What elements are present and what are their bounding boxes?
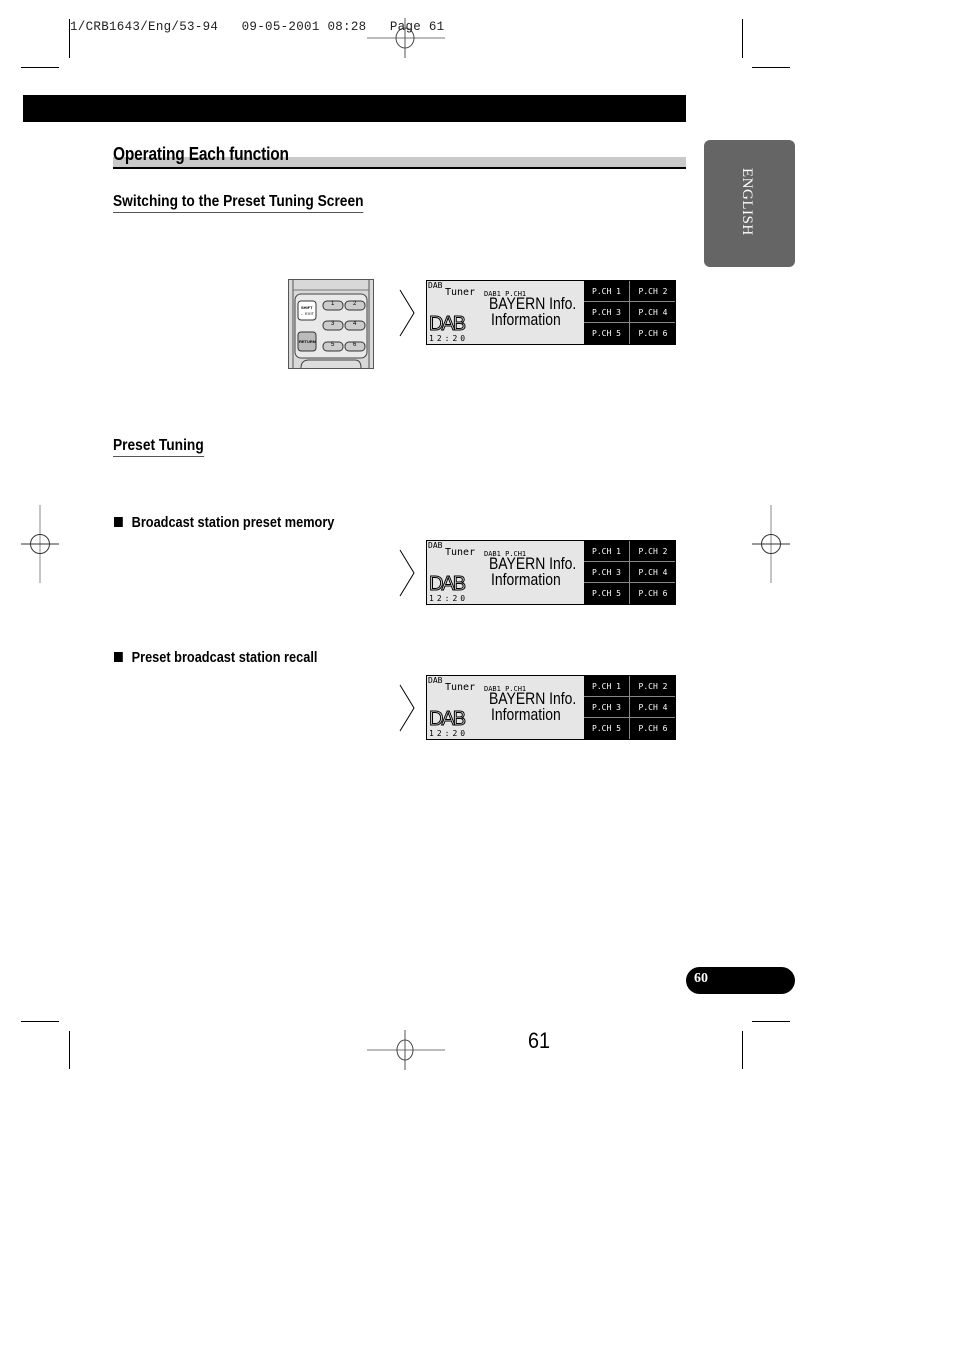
- preset-button-4[interactable]: P.CH 4: [630, 562, 675, 583]
- arrow-icon: [399, 684, 415, 732]
- remote-button-3: 3: [331, 321, 335, 327]
- remote-button-4: 4: [353, 321, 357, 327]
- subsection-title-preset-tuning: Preset Tuning: [113, 437, 204, 457]
- lcd-display: DAB Tuner DAB1 P.CH1 BAYERN Info. Inform…: [426, 540, 676, 605]
- remote-control-illustration: SHIFT ← EXIT RETURN 1 2 3 4 5 6: [288, 279, 374, 369]
- preset-button-3[interactable]: P.CH 3: [584, 697, 630, 718]
- lcd-source: Tuner: [445, 547, 476, 558]
- bullet-square-icon: [114, 517, 123, 527]
- heading-rule: [113, 167, 686, 169]
- lcd-source-small: DAB: [428, 676, 443, 685]
- registration-mark-bottom: [367, 1030, 445, 1070]
- preset-button-6[interactable]: P.CH 6: [630, 323, 675, 344]
- preset-button-2[interactable]: P.CH 2: [630, 281, 675, 302]
- preset-button-2[interactable]: P.CH 2: [630, 541, 675, 562]
- crop-mark: [21, 1021, 59, 1022]
- preset-grid: P.CH 1 P.CH 2 P.CH 3 P.CH 4 P.CH 5 P.CH …: [584, 281, 675, 344]
- arrow-icon: [399, 549, 415, 597]
- lcd-source-small: DAB: [428, 541, 443, 550]
- remote-button-5: 5: [331, 342, 335, 348]
- subsection-title-switching: Switching to the Preset Tuning Screen: [113, 193, 364, 213]
- print-header: 1/CRB1643/Eng/53-94 09-05-2001 08:28 Pag…: [70, 20, 445, 34]
- bullet-label: Preset broadcast station recall: [131, 650, 318, 666]
- section-heading: Operating Each function: [113, 144, 686, 170]
- preset-grid: P.CH 1 P.CH 2 P.CH 3 P.CH 4 P.CH 5 P.CH …: [584, 676, 675, 739]
- preset-button-5[interactable]: P.CH 5: [584, 718, 630, 739]
- preset-button-1[interactable]: P.CH 1: [584, 676, 630, 697]
- crop-mark: [742, 1031, 743, 1069]
- dab-logo-icon: DAB: [428, 313, 466, 336]
- lcd-clock: 12:20: [429, 594, 469, 603]
- crop-mark: [752, 1021, 790, 1022]
- page-pill: 60: [686, 967, 795, 994]
- crop-mark: [21, 67, 59, 68]
- registration-mark-right: [752, 505, 790, 583]
- remote-button-1: 1: [331, 301, 335, 307]
- arrow-icon: [399, 289, 415, 337]
- lcd-clock: 12:20: [429, 729, 469, 738]
- registration-mark-left: [21, 505, 59, 583]
- lcd-display: DAB Tuner DAB1 P.CH1 BAYERN Info. Inform…: [426, 675, 676, 740]
- preset-button-5[interactable]: P.CH 5: [584, 323, 630, 344]
- page-number: 61: [528, 1028, 551, 1053]
- bullet-square-icon: [114, 652, 123, 662]
- bullet-preset-memory: Broadcast station preset memory: [114, 515, 334, 531]
- preset-button-1[interactable]: P.CH 1: [584, 281, 630, 302]
- lcd-source: Tuner: [445, 287, 476, 298]
- exit-label: ← EXIT: [300, 311, 315, 316]
- lcd-station-info: Information: [491, 570, 561, 589]
- top-black-bar: [23, 95, 686, 122]
- preset-button-4[interactable]: P.CH 4: [630, 697, 675, 718]
- page-pill-number: 60: [694, 971, 708, 986]
- lcd-clock: 12:20: [429, 334, 469, 343]
- preset-button-2[interactable]: P.CH 2: [630, 676, 675, 697]
- return-button: RETURN: [299, 339, 316, 344]
- crop-mark: [69, 1031, 70, 1069]
- preset-button-1[interactable]: P.CH 1: [584, 541, 630, 562]
- preset-button-3[interactable]: P.CH 3: [584, 302, 630, 323]
- lcd-source-small: DAB: [428, 281, 443, 290]
- language-tab: ENGLISH: [704, 140, 795, 267]
- crop-mark: [752, 67, 790, 68]
- bullet-label: Broadcast station preset memory: [131, 515, 335, 531]
- bullet-preset-recall: Preset broadcast station recall: [114, 650, 317, 666]
- remote-button-6: 6: [353, 342, 357, 348]
- section-title: Operating Each function: [113, 144, 289, 164]
- preset-button-6[interactable]: P.CH 6: [630, 718, 675, 739]
- remote-button-2: 2: [353, 301, 357, 307]
- lcd-display: DAB Tuner DAB1 P.CH1 BAYERN Info. Inform…: [426, 280, 676, 345]
- preset-grid: P.CH 1 P.CH 2 P.CH 3 P.CH 4 P.CH 5 P.CH …: [584, 541, 675, 604]
- dab-logo-icon: DAB: [428, 573, 466, 596]
- preset-button-5[interactable]: P.CH 5: [584, 583, 630, 604]
- shift-button: SHIFT: [301, 305, 313, 310]
- crop-mark: [742, 19, 743, 58]
- language-tab-label: ENGLISH: [739, 168, 755, 236]
- lcd-station-info: Information: [491, 310, 561, 329]
- lcd-source: Tuner: [445, 682, 476, 693]
- lcd-station-info: Information: [491, 705, 561, 724]
- dab-logo-icon: DAB: [428, 708, 466, 731]
- preset-button-4[interactable]: P.CH 4: [630, 302, 675, 323]
- preset-button-6[interactable]: P.CH 6: [630, 583, 675, 604]
- preset-button-3[interactable]: P.CH 3: [584, 562, 630, 583]
